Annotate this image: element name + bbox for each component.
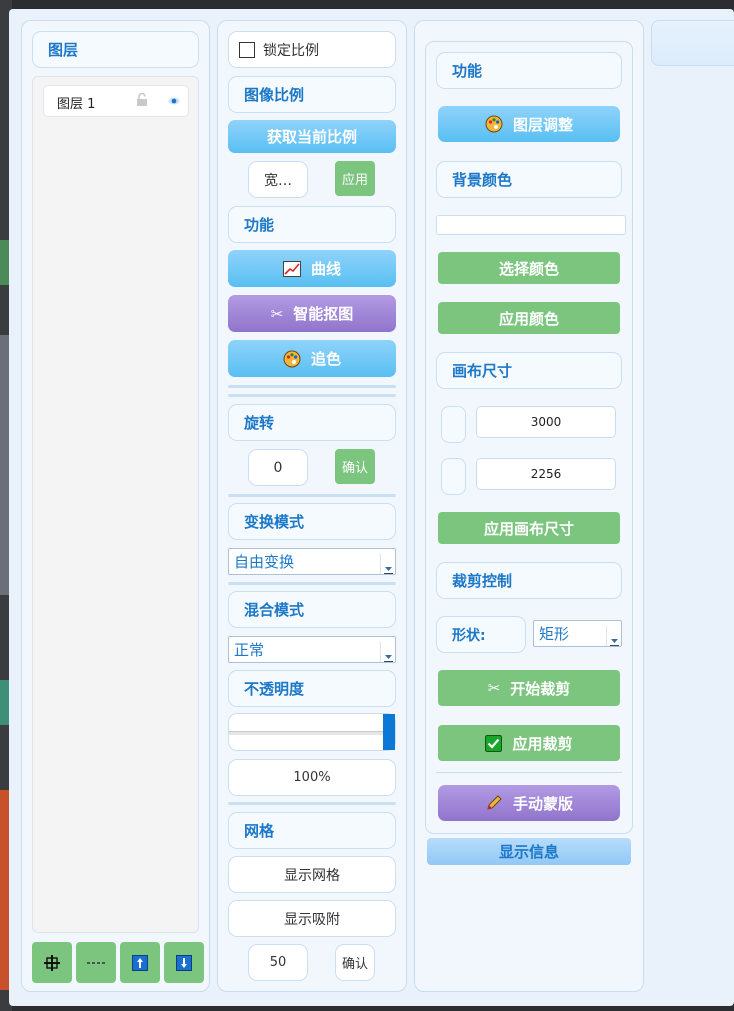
chevron-down-icon[interactable] — [380, 642, 395, 662]
lock-ratio-row[interactable]: 锁定比例 — [228, 31, 396, 68]
divider — [228, 582, 396, 585]
crop-shape-value: 矩形 — [539, 625, 570, 643]
color-value-field[interactable] — [436, 215, 626, 235]
remove-layer-icon — [87, 961, 105, 964]
checkmark-icon — [485, 734, 503, 752]
opacity-slider-track — [229, 731, 395, 735]
grid-title: 网格 — [228, 812, 396, 849]
layers-title: 图层 — [32, 31, 199, 68]
layer-name: 图层 1 — [57, 97, 96, 112]
blend-mode-select[interactable]: 正常 — [228, 636, 396, 663]
opacity-title: 不透明度 — [228, 670, 396, 707]
preview-panel-partial — [651, 20, 734, 66]
curves-label: 曲线 — [310, 260, 341, 278]
canvas-width-label — [441, 406, 466, 443]
lock-ratio-checkbox[interactable] — [239, 41, 255, 58]
arrow-down-icon — [176, 954, 192, 971]
manual-mask-label: 手动蒙版 — [512, 794, 573, 813]
scissors-icon: ✂ — [270, 304, 284, 323]
transform-mode-select[interactable]: 自由变换 — [228, 548, 396, 575]
lock-icon[interactable] — [136, 92, 148, 111]
remove-layer-button[interactable] — [76, 942, 116, 983]
tools-panel: 锁定比例 图像比例 获取当前比例 宽… 应用 功能 曲线 ✂ 智能抠图 追色 旋… — [217, 20, 407, 992]
smart-cutout-label: 智能抠图 — [293, 305, 354, 323]
opacity-slider-handle[interactable] — [383, 714, 395, 750]
opacity-value: 100% — [228, 759, 396, 796]
scissors-icon: ✂ — [487, 679, 501, 697]
properties-panel: 功能 图层调整 背景颜色 选择颜色 应用颜色 画布尺寸 3000 2256 应用… — [414, 20, 644, 992]
blend-mode-value: 正常 — [234, 641, 265, 659]
show-info-button[interactable]: 显示信息 — [427, 838, 631, 865]
width-button[interactable]: 宽… — [248, 161, 308, 198]
move-layer-up-button[interactable] — [120, 942, 160, 983]
apply-canvas-size-button[interactable]: 应用画布尺寸 — [438, 512, 620, 544]
layers-panel: 图层 图层 1 — [21, 20, 210, 992]
apply-color-button[interactable]: 应用颜色 — [438, 302, 620, 334]
lock-ratio-label: 锁定比例 — [263, 42, 319, 59]
canvas-height-input[interactable]: 2256 — [476, 458, 616, 490]
palette-icon — [283, 350, 301, 368]
editor-window: 图层 图层 1 锁定比例 图像比例 获取当前比例 宽… 应用 功能 曲线 ✂ 智… — [9, 9, 734, 1006]
chevron-down-icon[interactable] — [606, 626, 621, 646]
layer-list: 图层 1 — [32, 76, 199, 933]
palette-icon — [485, 115, 503, 133]
layer-item[interactable]: 图层 1 — [43, 85, 189, 117]
arrow-up-icon — [132, 954, 148, 971]
crop-control-title: 裁剪控制 — [436, 562, 622, 599]
curves-button[interactable]: 曲线 — [228, 250, 396, 287]
divider — [436, 772, 622, 773]
rotate-angle-input[interactable]: 0 — [248, 449, 308, 486]
manual-mask-button[interactable]: 手动蒙版 — [438, 785, 620, 821]
start-crop-button[interactable]: ✂ 开始裁剪 — [438, 670, 620, 706]
rotate-title: 旋转 — [228, 404, 396, 441]
add-layer-button[interactable] — [32, 942, 72, 983]
move-layer-down-button[interactable] — [164, 942, 204, 983]
grid-apply-button[interactable]: 确认 — [335, 944, 375, 981]
show-grid-button[interactable]: 显示网格 — [228, 856, 396, 893]
divider — [228, 494, 396, 497]
function-title: 功能 — [228, 206, 396, 243]
shape-label: 形状: — [436, 616, 526, 653]
pencil-icon — [485, 794, 503, 812]
choose-color-button[interactable]: 选择颜色 — [438, 252, 620, 284]
opacity-slider[interactable] — [228, 713, 396, 751]
image-ratio-title: 图像比例 — [228, 76, 396, 113]
apply-crop-button[interactable]: 应用裁剪 — [438, 725, 620, 761]
chevron-down-icon[interactable] — [380, 554, 395, 574]
color-chase-button[interactable]: 追色 — [228, 340, 396, 377]
curves-icon — [282, 260, 301, 277]
canvas-size-title: 画布尺寸 — [436, 352, 622, 389]
add-layer-icon — [44, 954, 60, 971]
transform-mode-value: 自由变换 — [234, 553, 295, 571]
smart-cutout-button[interactable]: ✂ 智能抠图 — [228, 295, 396, 332]
crop-shape-select[interactable]: 矩形 — [533, 620, 622, 647]
transform-mode-title: 变换模式 — [228, 503, 396, 540]
get-current-ratio-button[interactable]: 获取当前比例 — [228, 120, 396, 153]
divider — [228, 802, 396, 805]
function-title-2: 功能 — [436, 52, 622, 89]
color-chase-label: 追色 — [310, 350, 341, 368]
canvas-width-input[interactable]: 3000 — [476, 406, 616, 438]
apply-ratio-button[interactable]: 应用 — [335, 161, 375, 196]
grid-size-input[interactable]: 50 — [248, 944, 308, 981]
start-crop-label: 开始裁剪 — [510, 679, 571, 698]
canvas-height-label — [441, 458, 466, 495]
rotate-confirm-button[interactable]: 确认 — [335, 449, 375, 484]
layer-adjust-button[interactable]: 图层调整 — [438, 106, 620, 142]
visibility-eye-icon[interactable] — [168, 95, 180, 111]
layer-adjust-label: 图层调整 — [512, 115, 573, 134]
show-snap-button[interactable]: 显示吸附 — [228, 900, 396, 937]
divider — [228, 385, 396, 388]
divider — [228, 394, 396, 397]
background-color-title: 背景颜色 — [436, 161, 622, 198]
apply-crop-label: 应用裁剪 — [512, 734, 573, 753]
blend-mode-title: 混合模式 — [228, 591, 396, 628]
